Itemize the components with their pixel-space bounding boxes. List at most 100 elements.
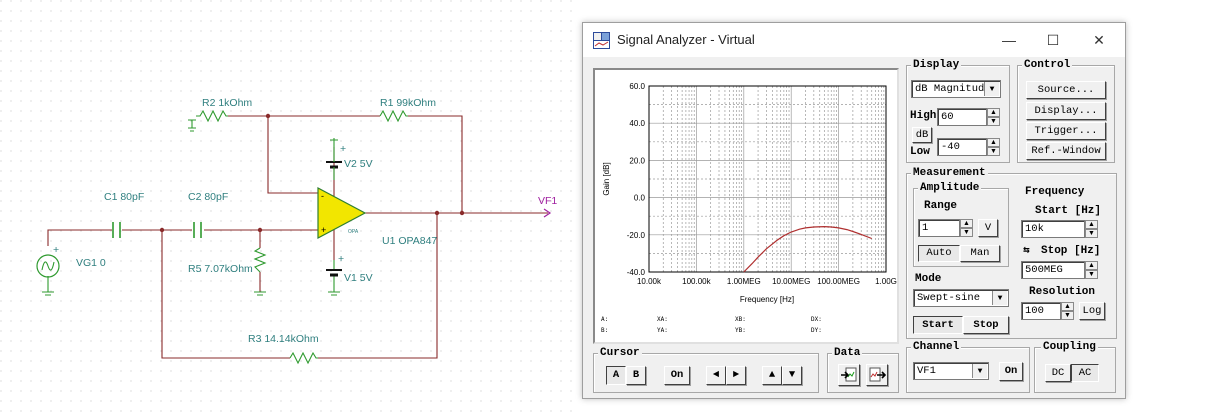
x-tick-label: 1.00MEG bbox=[727, 277, 761, 286]
x-tick-label: 100.00k bbox=[682, 277, 711, 286]
channel-on-button[interactable]: On bbox=[999, 362, 1023, 381]
channel-select[interactable]: VF1 ▼ bbox=[913, 362, 989, 380]
cursor-a-readout: A: bbox=[601, 316, 608, 323]
import-data-icon[interactable] bbox=[838, 364, 860, 386]
channel-group: Channel VF1 ▼ On bbox=[906, 341, 1030, 393]
range-value: 1 bbox=[922, 222, 929, 234]
data-title: Data bbox=[832, 347, 863, 359]
mode-value: Swept-sine bbox=[917, 292, 981, 304]
x-tick-label: 10.00MEG bbox=[772, 277, 810, 286]
cursor-group: Cursor A B On ◄ ► ▲ ▼ bbox=[593, 347, 819, 393]
high-label: High bbox=[910, 110, 937, 122]
c2-label: C2 80pF bbox=[188, 191, 228, 203]
cursor-title: Cursor bbox=[598, 347, 642, 359]
chevron-down-icon[interactable]: ▼ bbox=[992, 291, 1007, 305]
plot-panel[interactable]: -40.0 -20.0 0.0 20.0 40.0 60.0 10.00k 100.00k 1… bbox=[593, 68, 899, 344]
xa-readout: XA: bbox=[657, 316, 668, 323]
high-spinner[interactable]: ▲ ▼ bbox=[987, 108, 1000, 126]
x-tick-label: 10.00k bbox=[637, 277, 662, 286]
x-tick-label: 1.00G bbox=[875, 277, 897, 286]
export-data-icon[interactable] bbox=[866, 364, 888, 386]
x-tick-label: 100.00MEG bbox=[817, 277, 860, 286]
cursor-up-icon[interactable]: ▲ bbox=[762, 366, 782, 385]
close-button[interactable]: ✕ bbox=[1081, 29, 1117, 51]
chevron-down-icon[interactable]: ▼ bbox=[972, 364, 987, 378]
y-tick-label: 60.0 bbox=[629, 82, 645, 91]
stop-button[interactable]: Stop bbox=[963, 316, 1009, 334]
control-title: Control bbox=[1022, 59, 1073, 71]
gain-trace bbox=[743, 225, 872, 273]
volt-button[interactable]: V bbox=[978, 219, 998, 237]
bode-plot[interactable]: -40.0-20.00.020.040.060.0 10.00k 100.00k 1… bbox=[595, 70, 897, 342]
low-label: Low bbox=[910, 146, 930, 158]
start-freq-input[interactable]: 10k bbox=[1021, 220, 1085, 238]
stop-freq-value: 500MEG bbox=[1025, 264, 1063, 276]
cursor-prev-icon[interactable]: ◄ bbox=[706, 366, 726, 385]
measurement-title: Measurement bbox=[911, 167, 988, 179]
cursor-next-icon[interactable]: ► bbox=[726, 366, 746, 385]
cursor-a-button[interactable]: A bbox=[606, 366, 626, 385]
y-tick-label: -20.0 bbox=[627, 231, 646, 240]
start-freq-spinner[interactable]: ▲ ▼ bbox=[1085, 220, 1098, 238]
cursor-b-button[interactable]: B bbox=[626, 366, 646, 385]
title-bar[interactable]: Signal Analyzer - Virtual — ☐ ✕ bbox=[583, 23, 1125, 57]
v1-plus: + bbox=[338, 253, 344, 265]
log-button[interactable]: Log bbox=[1079, 302, 1105, 320]
amplitude-group: Amplitude Range 1 ▲ ▼ V Auto Man bbox=[913, 182, 1009, 267]
start-button[interactable]: Start bbox=[913, 316, 963, 334]
cursor-on-button[interactable]: On bbox=[664, 366, 690, 385]
manual-button[interactable]: Man bbox=[960, 245, 1000, 262]
high-input[interactable]: 60 bbox=[937, 108, 987, 126]
r5-label: R5 7.07kOhm bbox=[188, 263, 253, 275]
signal-analyzer-window: Signal Analyzer - Virtual — ☐ ✕ -40.0 -20… bbox=[582, 22, 1126, 399]
maximize-button[interactable]: ☐ bbox=[1035, 29, 1071, 51]
display-group: Display dB Magnitud ▼ High 60 ▲ ▼ dB Low … bbox=[906, 59, 1010, 163]
junction-dot bbox=[257, 227, 263, 233]
resolution-spinner[interactable]: ▲ ▼ bbox=[1061, 302, 1074, 320]
minimize-button[interactable]: — bbox=[991, 29, 1027, 51]
channel-title: Channel bbox=[911, 341, 962, 353]
r3-label: R3 14.14kOhm bbox=[248, 333, 319, 345]
plot-grid bbox=[648, 85, 886, 273]
mode-select[interactable]: Swept-sine ▼ bbox=[913, 289, 1009, 307]
range-input[interactable]: 1 bbox=[918, 219, 960, 237]
ya-readout: YA: bbox=[657, 327, 668, 334]
cursor-b-readout: B: bbox=[601, 327, 608, 334]
source-button[interactable]: Source... bbox=[1026, 81, 1106, 99]
range-spinner[interactable]: ▲ ▼ bbox=[960, 219, 973, 237]
ref-window-button[interactable]: Ref.-Window bbox=[1026, 142, 1106, 160]
stop-freq-spinner[interactable]: ▲ ▼ bbox=[1085, 261, 1098, 279]
coupling-group: Coupling DC AC bbox=[1034, 341, 1116, 393]
y-tick-label: 0.0 bbox=[634, 194, 646, 203]
frequency-title: Frequency bbox=[1025, 186, 1085, 198]
dy-readout: DY: bbox=[811, 327, 822, 334]
chevron-down-icon[interactable]: ▼ bbox=[984, 82, 999, 96]
display-title: Display bbox=[911, 59, 962, 71]
control-group: Control Source... Display... Trigger... … bbox=[1017, 59, 1115, 163]
junction-dot bbox=[459, 210, 465, 216]
ac-coupling-button[interactable]: AC bbox=[1071, 364, 1099, 382]
link-icon[interactable]: ⇆ bbox=[1023, 245, 1030, 257]
data-group: Data bbox=[827, 347, 899, 393]
db-button[interactable]: dB bbox=[912, 127, 932, 143]
r1-label: R1 99kOhm bbox=[380, 97, 436, 109]
v2-plus: + bbox=[340, 143, 346, 155]
dc-coupling-button[interactable]: DC bbox=[1045, 364, 1071, 382]
auto-button[interactable]: Auto bbox=[918, 245, 960, 262]
stop-freq-input[interactable]: 500MEG bbox=[1021, 261, 1085, 279]
y-tick-label: -40.0 bbox=[627, 268, 646, 277]
resolution-input[interactable]: 100 bbox=[1021, 302, 1061, 320]
cursor-down-icon[interactable]: ▼ bbox=[782, 366, 802, 385]
trigger-button[interactable]: Trigger... bbox=[1026, 122, 1106, 140]
display-mode-select[interactable]: dB Magnitud ▼ bbox=[911, 80, 1001, 98]
x-axis-label: Frequency [Hz] bbox=[740, 295, 794, 304]
vg1-plus: + bbox=[53, 244, 59, 256]
low-input[interactable]: -40 bbox=[937, 138, 987, 156]
channel-value: VF1 bbox=[917, 365, 936, 377]
schematic-canvas: R2 1kOhm R1 99kOhm + V2 5V + V1 5V - + O… bbox=[0, 0, 580, 418]
resolution-value: 100 bbox=[1025, 305, 1044, 317]
yb-readout: YB: bbox=[735, 327, 746, 334]
low-spinner[interactable]: ▲ ▼ bbox=[987, 138, 1000, 156]
display-settings-button[interactable]: Display... bbox=[1026, 102, 1106, 120]
range-label: Range bbox=[924, 200, 958, 212]
